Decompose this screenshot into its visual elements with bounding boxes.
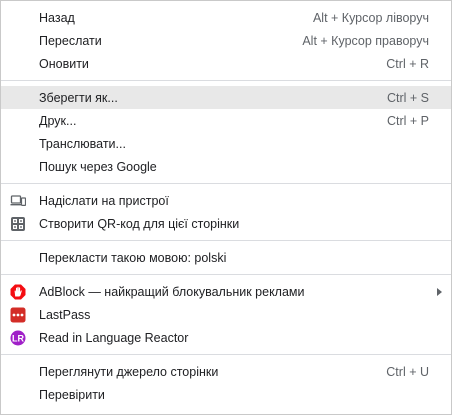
shortcut-text: Alt + Курсор праворуч: [302, 33, 429, 48]
menu-separator: [1, 274, 451, 275]
menu-item-label: Створити QR-код для цієї сторінки: [39, 216, 240, 231]
menu-item-save-as[interactable]: Зберегти як... Ctrl + S: [1, 86, 451, 109]
menu-item-qr-code[interactable]: Створити QR-код для цієї сторінки: [1, 212, 451, 235]
menu-item-lastpass[interactable]: LastPass: [1, 303, 451, 326]
menu-item-label: Назад: [39, 10, 75, 25]
devices-icon: [10, 193, 26, 209]
menu-item-label: Оновити: [39, 56, 89, 71]
menu-item-label: AdBlock — найкращий блокувальник реклами: [39, 284, 305, 299]
menu-item-print[interactable]: Друк... Ctrl + P: [1, 109, 451, 132]
menu-separator: [1, 354, 451, 355]
menu-item-label: Перевірити: [39, 387, 105, 402]
shortcut-text: Ctrl + U: [386, 364, 429, 379]
language-reactor-icon: LR: [10, 330, 26, 346]
menu-item-cast[interactable]: Транслювати...: [1, 132, 451, 155]
menu-item-label: Зберегти як...: [39, 90, 118, 105]
shortcut-text: Alt + Курсор ліворуч: [312, 10, 429, 25]
qr-code-icon: [10, 216, 26, 232]
menu-item-label: Переслати: [39, 33, 102, 48]
menu-item-translate[interactable]: Перекласти такою мовою: polski: [1, 246, 451, 269]
menu-separator: [1, 240, 451, 241]
menu-item-label: Пошук через Google: [39, 159, 157, 174]
menu-item-reload[interactable]: Оновити Ctrl + R: [1, 52, 451, 75]
menu-separator: [1, 183, 451, 184]
menu-item-inspect[interactable]: Перевірити: [1, 383, 451, 406]
menu-separator: [1, 80, 451, 81]
menu-item-label: Надіслати на пристрої: [39, 193, 169, 208]
menu-item-label: Переглянути джерело сторінки: [39, 364, 219, 379]
lastpass-icon: [10, 307, 26, 323]
menu-item-label: Read in Language Reactor: [39, 330, 189, 345]
menu-item-back[interactable]: Назад Alt + Курсор ліворуч: [1, 6, 451, 29]
context-menu: Назад Alt + Курсор ліворуч Переслати Alt…: [0, 0, 452, 415]
menu-item-view-source[interactable]: Переглянути джерело сторінки Ctrl + U: [1, 360, 451, 383]
menu-item-forward[interactable]: Переслати Alt + Курсор праворуч: [1, 29, 451, 52]
shortcut-text: Ctrl + S: [386, 90, 429, 105]
svg-text:LR: LR: [12, 333, 24, 343]
shortcut-text: Ctrl + P: [386, 113, 429, 128]
menu-item-search-google[interactable]: Пошук через Google: [1, 155, 451, 178]
menu-item-send-to-devices[interactable]: Надіслати на пристрої: [1, 189, 451, 212]
menu-item-language-reactor[interactable]: LR Read in Language Reactor: [1, 326, 451, 349]
adblock-icon: [10, 284, 26, 300]
menu-item-label: Друк...: [39, 113, 77, 128]
submenu-arrow-icon: [437, 287, 442, 296]
shortcut-text: Ctrl + R: [386, 56, 429, 71]
menu-item-label: Транслювати...: [39, 136, 126, 151]
menu-item-label: LastPass: [39, 307, 91, 322]
menu-item-adblock[interactable]: AdBlock — найкращий блокувальник реклами: [1, 280, 451, 303]
menu-item-label: Перекласти такою мовою: polski: [39, 250, 227, 265]
